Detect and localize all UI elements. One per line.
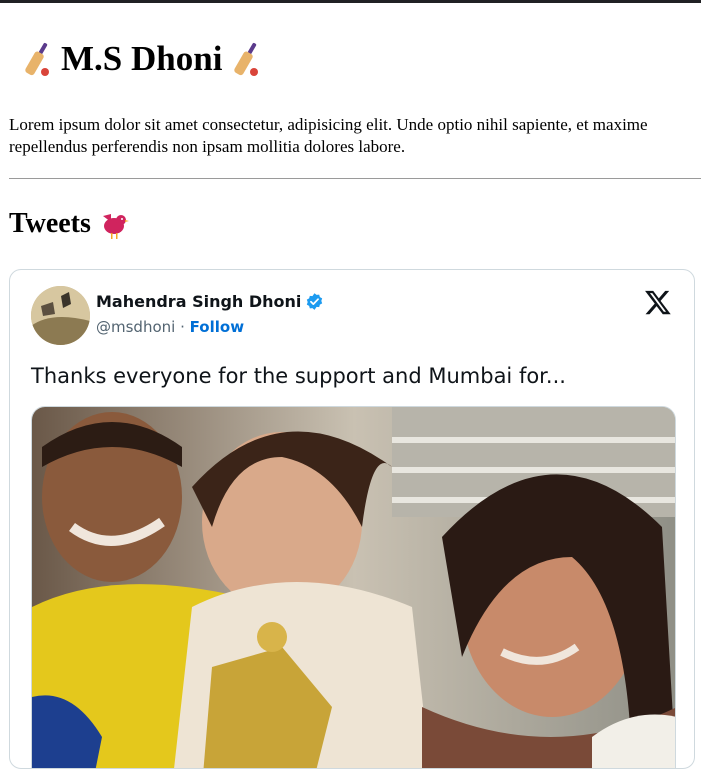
avatar[interactable] xyxy=(31,286,90,345)
tweet-author: Mahendra Singh Dhoni @msdhoni · Follow xyxy=(96,292,324,336)
handle-row: @msdhoni · Follow xyxy=(96,318,324,336)
tweets-heading: Tweets xyxy=(9,208,129,240)
bird-icon xyxy=(102,214,129,239)
author-name[interactable]: Mahendra Singh Dhoni xyxy=(96,292,301,311)
intro-paragraph: Lorem ipsum dolor sit amet consectetur, … xyxy=(9,114,701,158)
verified-badge-icon xyxy=(307,293,323,310)
intro-text: Lorem ipsum dolor sit amet consectetur, … xyxy=(9,115,648,156)
cricket-bat-icon xyxy=(234,42,259,76)
tweet-photo[interactable] xyxy=(31,406,676,768)
x-logo-icon[interactable] xyxy=(644,288,672,316)
tweet-text[interactable]: Thanks everyone for the support and Mumb… xyxy=(31,364,566,388)
follow-button[interactable]: Follow xyxy=(190,318,244,336)
tweet-photo-image xyxy=(32,407,675,768)
page-title: M.S Dhoni xyxy=(23,39,260,79)
page-title-text: M.S Dhoni xyxy=(61,39,223,78)
embedded-tweet[interactable]: Mahendra Singh Dhoni @msdhoni · Follow T… xyxy=(9,269,695,769)
author-handle[interactable]: @msdhoni xyxy=(96,318,175,336)
divider xyxy=(9,178,701,179)
handle-separator: · xyxy=(180,318,185,336)
cricket-bat-icon xyxy=(25,42,49,76)
tweets-heading-text: Tweets xyxy=(9,208,91,239)
author-name-row[interactable]: Mahendra Singh Dhoni xyxy=(96,292,324,311)
avatar-image xyxy=(31,286,90,345)
